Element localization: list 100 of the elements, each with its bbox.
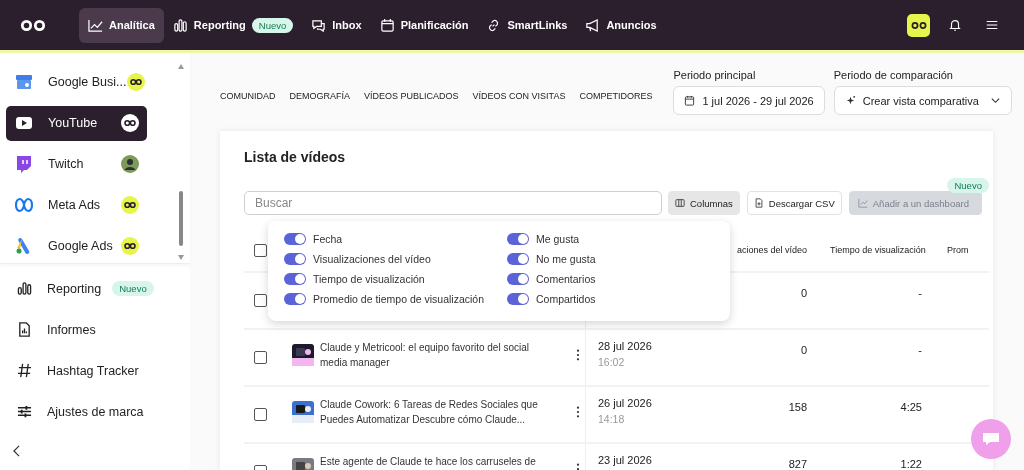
collapse-chevron-icon[interactable]: [12, 445, 21, 457]
toggle-switch[interactable]: [507, 272, 529, 285]
brand-avatar-icon: [121, 195, 139, 214]
checkbox[interactable]: [253, 243, 267, 257]
new-badge: Nuevo: [112, 281, 154, 296]
column-option-label: Comentarios: [536, 272, 596, 285]
nav-item[interactable]: Planificación: [370, 7, 478, 43]
publish-time: 14:18: [598, 413, 626, 425]
checkbox[interactable]: [253, 408, 267, 421]
brand-avatar-button[interactable]: [907, 13, 930, 37]
column-option-label: Compartidos: [536, 292, 596, 305]
sidebar-item[interactable]: Ajustes de marca: [0, 394, 190, 429]
column-option-label: Promedio de tiempo de visualización: [313, 292, 484, 305]
bell-icon[interactable]: [948, 18, 962, 32]
account-name: Google Busi...: [48, 75, 127, 90]
toggle-switch[interactable]: [284, 232, 306, 245]
tab[interactable]: VÍDEOS CON VISITAS: [465, 89, 573, 103]
card-title: Lista de vídeos: [244, 149, 347, 165]
sidebar-item[interactable]: Hashtag Tracker: [0, 353, 190, 388]
nav-item[interactable]: SmartLinks: [477, 7, 577, 43]
publish-date: 26 jul 2026: [598, 397, 653, 409]
tab[interactable]: VÍDEOS PUBLICADOS: [357, 89, 466, 103]
new-badge: Nuevo: [947, 178, 989, 193]
watch-time-cell-text: -: [917, 286, 923, 299]
toggle-switch[interactable]: [507, 232, 529, 245]
toolbar-button[interactable]: Descargar CSV: [746, 191, 842, 215]
calendar-icon: [684, 95, 696, 106]
video-title[interactable]: Este agente de Claude te hace los carruseles de: [320, 454, 558, 469]
chevron-down-icon: [989, 95, 1001, 106]
account-item[interactable]: Meta Ads: [6, 187, 147, 223]
tab[interactable]: COMPETIDORES: [572, 89, 660, 103]
toggle-switch[interactable]: [507, 252, 529, 265]
more-icon[interactable]: [576, 349, 580, 361]
brand-avatar-icon: [121, 236, 139, 255]
nav-item[interactable]: Inbox: [302, 7, 371, 43]
avatar: [121, 155, 139, 173]
video-title[interactable]: Claude Cowork: 6 Tareas de Redes Sociales que Puedes Automatizar Descubre cómo Claude...: [320, 397, 558, 427]
account-name: Google Ads: [48, 238, 114, 253]
nav-item[interactable]: Anuncios: [576, 7, 666, 43]
account-name: YouTube: [48, 116, 99, 131]
publish-date: 23 jul 2026: [598, 454, 653, 466]
more-icon[interactable]: [576, 406, 580, 418]
chart-icon: [88, 17, 103, 33]
views-cell-text: 158: [787, 400, 808, 413]
account-item[interactable]: Google Ads: [6, 228, 147, 263]
column-option-label: Tiempo de visualización: [313, 272, 425, 285]
account-name: Twitch: [48, 157, 85, 171]
toolbar-button[interactable]: Columnas: [668, 191, 740, 215]
brand-avatar-icon: [121, 114, 139, 133]
hashtag-icon: [17, 363, 32, 378]
bar-chart-icon: [172, 17, 188, 33]
brand-avatar-icon: [126, 73, 145, 92]
views-cell-text: 0: [799, 286, 808, 299]
watch-time-cell-text: 1:22: [899, 457, 923, 470]
tab[interactable]: COMUNIDAD: [213, 89, 283, 103]
chart-icon: [857, 198, 868, 208]
compare-dropdown[interactable]: Crear vista comparativa: [833, 86, 1012, 115]
new-badge: Nuevo: [251, 17, 294, 33]
nav-item[interactable]: Reporting Nuevo: [163, 7, 303, 43]
toggle-switch[interactable]: [284, 272, 306, 285]
nav-item[interactable]: Analítica: [79, 7, 164, 43]
account-item[interactable]: Google Busi...: [6, 65, 147, 100]
infinity-icon: [910, 20, 927, 30]
publish-time: 16:02: [598, 356, 626, 368]
chat-icon: [14, 154, 34, 174]
checkbox[interactable]: [253, 351, 267, 364]
file-plus-icon: [753, 198, 764, 208]
infinity-logo-icon[interactable]: [20, 18, 46, 32]
toggle-switch[interactable]: [284, 252, 306, 265]
column-option-label: Me gusta: [536, 232, 580, 245]
column-header[interactable]: Prom: [930, 245, 989, 255]
period-label: Periodo principal: [673, 69, 757, 81]
account-item[interactable]: YouTube: [6, 105, 147, 141]
menu-icon[interactable]: [985, 18, 999, 32]
watch-time-cell-text: -: [917, 343, 923, 356]
document-icon: [17, 322, 32, 337]
chat-icon: [311, 17, 327, 33]
views-cell-text: 827: [787, 457, 808, 470]
toggle-switch[interactable]: [284, 292, 306, 305]
toggle-switch[interactable]: [507, 292, 529, 305]
megaphone-icon: [585, 17, 601, 33]
column-option-label: Fecha: [313, 232, 343, 245]
column-option-label: No me gusta: [536, 252, 596, 265]
sliders-icon: [17, 404, 32, 419]
account-item[interactable]: Twitch: [6, 146, 147, 182]
video-title[interactable]: Claude y Metricool: el equipo favorito del social media manager: [320, 340, 558, 370]
date-range-picker[interactable]: 1 jul 2026 - 29 jul 2026: [673, 86, 825, 115]
publish-date: 28 jul 2026: [598, 340, 653, 352]
calendar-icon: [379, 17, 395, 33]
sparkle-icon: [844, 95, 856, 106]
checkbox[interactable]: [253, 294, 267, 307]
tab[interactable]: DEMOGRAFÍA: [282, 89, 357, 103]
sidebar-item[interactable]: Reporting Nuevo: [0, 271, 190, 306]
watch-time-cell-text: 4:25: [899, 400, 923, 413]
column-header[interactable]: Tiempo de visualización: [815, 245, 930, 255]
sidebar-item[interactable]: Informes: [0, 312, 190, 347]
bar-chart-icon: [17, 281, 32, 296]
views-cell-text: 0: [799, 343, 808, 356]
account-name: Meta Ads: [48, 197, 102, 212]
search-field[interactable]: Buscar: [244, 191, 662, 215]
